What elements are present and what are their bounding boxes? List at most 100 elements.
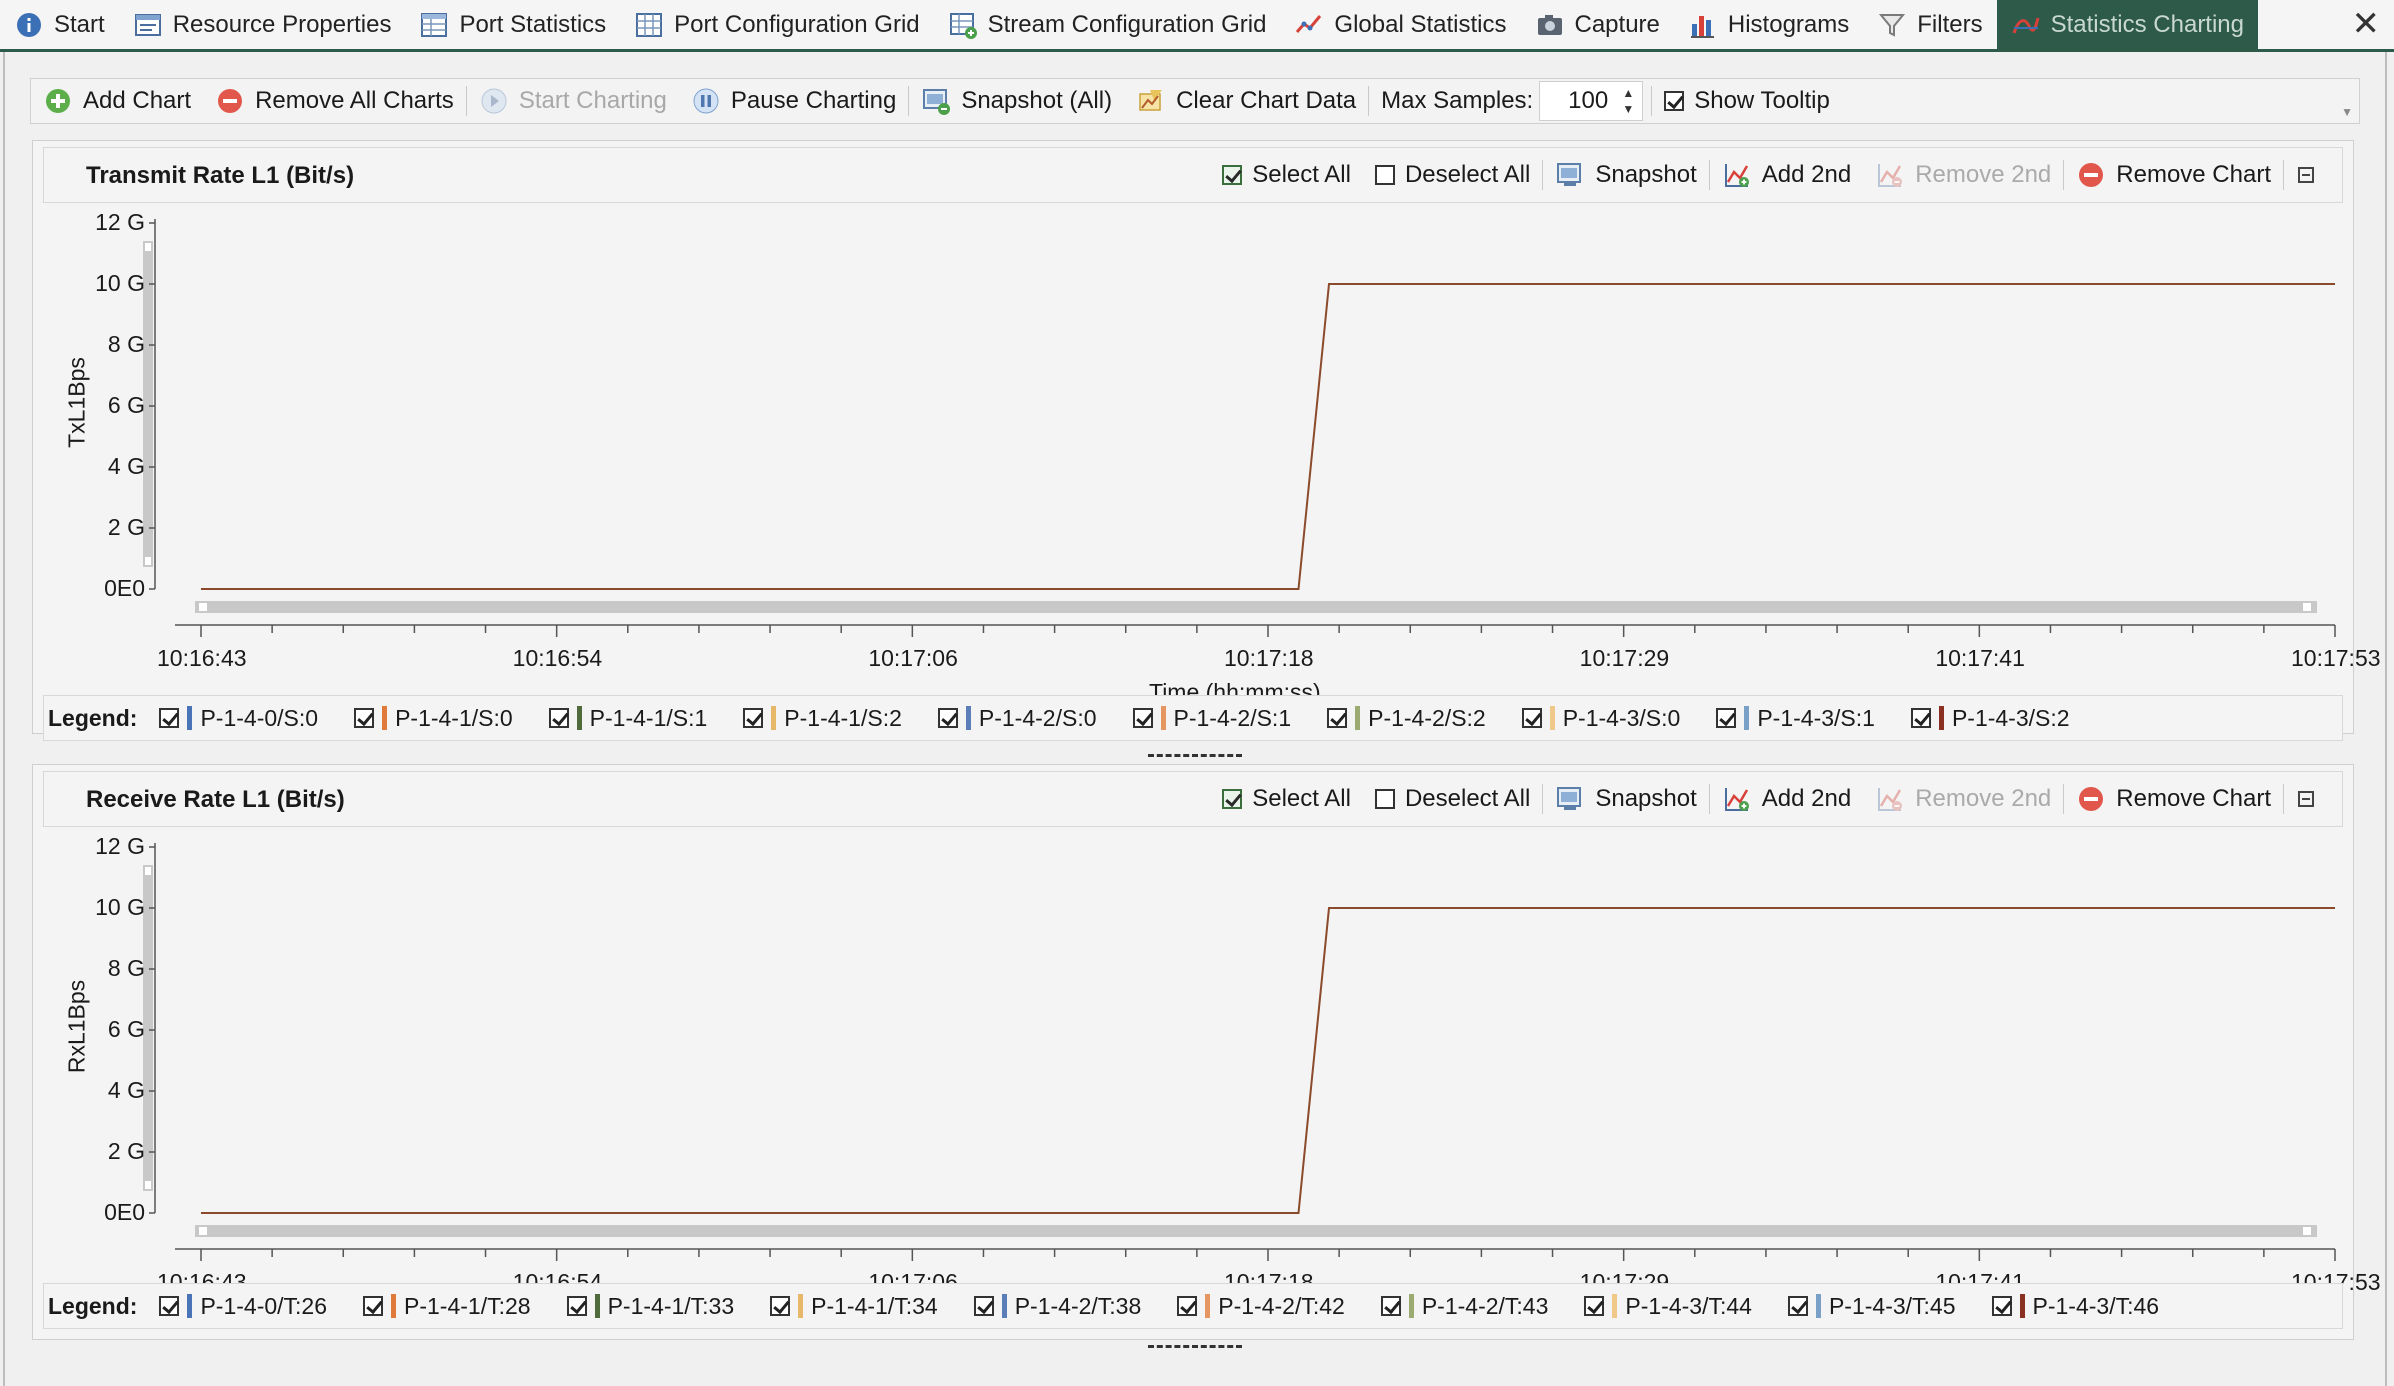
legend-item[interactable]: P-1-4-1/T:28 (363, 1293, 531, 1320)
start-charting-button[interactable]: Start Charting (467, 79, 679, 123)
legend-item[interactable]: P-1-4-3/S:2 (1910, 705, 2070, 732)
legend-item[interactable]: P-1-4-1/T:33 (566, 1292, 735, 1320)
legend-item[interactable]: P-1-4-3/T:44 (1584, 1293, 1752, 1320)
legend-color-swatch (187, 1294, 193, 1318)
legend-item-checkbox[interactable] (1991, 1296, 2012, 1316)
toolbar-overflow-icon[interactable]: ▼ (2341, 105, 2353, 119)
legend-item-checkbox[interactable] (770, 1296, 791, 1316)
legend-item-label: P-1-4-1/T:33 (607, 1292, 735, 1319)
tab-histograms[interactable]: Histograms (1674, 0, 1863, 49)
x-scrollbar-handle[interactable] (199, 603, 207, 611)
legend-item-checkbox[interactable] (159, 708, 180, 728)
tab-resource-properties[interactable]: Resource Properties (119, 0, 406, 49)
tab-filters[interactable]: Filters (1863, 0, 1996, 49)
y-tick-label: 4 G (107, 1077, 145, 1103)
tab-port-statistics[interactable]: Port Statistics (405, 0, 620, 49)
x-scrollbar[interactable] (195, 1225, 2317, 1237)
legend-item[interactable]: P-1-4-2/T:42 (1177, 1293, 1345, 1320)
legend-item[interactable]: P-1-4-3/T:46 (1991, 1292, 2160, 1320)
legend-item[interactable]: P-1-4-0/T:26 (159, 1293, 327, 1320)
data-series-line (201, 907, 2335, 1214)
legend-item-label: P-1-4-2/T:43 (1421, 1292, 1549, 1319)
add-chart-button[interactable]: Add Chart (31, 79, 203, 123)
legend-color-swatch (965, 706, 971, 730)
legend-item-checkbox[interactable] (973, 1296, 994, 1316)
panel-resize-handle[interactable] (1148, 1345, 1242, 1348)
y-scrollbar-handle[interactable] (145, 867, 151, 875)
legend-item-checkbox[interactable] (363, 1296, 384, 1316)
data-series-line (201, 283, 2335, 590)
legend-color-swatch (1549, 706, 1555, 730)
stepper-up-icon[interactable]: ▲ (1622, 86, 1634, 100)
legend-item-checkbox[interactable] (566, 1296, 587, 1316)
play-icon (479, 86, 509, 116)
legend-title: Legend: (48, 704, 138, 731)
pause-charting-label: Pause Charting (730, 87, 897, 114)
y-tick-label: 2 G (107, 514, 145, 540)
legend-item[interactable]: P-1-4-2/S:0 (937, 705, 1097, 732)
legend-item-checkbox[interactable] (159, 1296, 180, 1316)
legend-item-label: P-1-4-3/T:46 (2032, 1292, 2160, 1319)
max-samples-stepper[interactable]: 100 ▲ ▼ (1539, 81, 1644, 121)
show-tooltip-checkbox[interactable] (1664, 91, 1685, 111)
pause-charting-button[interactable]: Pause Charting (679, 79, 908, 123)
y-tick-label: 8 G (107, 955, 145, 981)
legend-item-checkbox[interactable] (1521, 708, 1542, 728)
x-scrollbar-handle[interactable] (2303, 1227, 2311, 1235)
tab-statistics-charting[interactable]: Statistics Charting (1996, 0, 2258, 49)
legend-item[interactable]: P-1-4-1/T:34 (770, 1293, 938, 1320)
legend-item-checkbox[interactable] (1380, 1296, 1401, 1316)
panel-resize-handle[interactable] (1148, 754, 1242, 757)
legend-item[interactable]: P-1-4-3/T:45 (1787, 1293, 1956, 1320)
legend-item[interactable]: P-1-4-3/S:0 (1521, 705, 1680, 732)
snapshot-all-button[interactable]: Snapshot (All) (909, 79, 1124, 123)
legend-item-checkbox[interactable] (354, 708, 375, 728)
x-scrollbar-handle[interactable] (2303, 603, 2311, 611)
legend-item[interactable]: P-1-4-2/T:38 (973, 1293, 1141, 1320)
legend-item-checkbox[interactable] (937, 708, 958, 728)
tab-label: Statistics Charting (2050, 10, 2244, 38)
legend-item[interactable]: P-1-4-2/S:2 (1327, 705, 1486, 732)
tab-strip: Start Resource Properties Port Statistics P… (0, 0, 2258, 49)
legend-item-checkbox[interactable] (743, 708, 764, 728)
legend-item-checkbox[interactable] (548, 708, 569, 728)
properties-icon (133, 10, 163, 40)
legend-item[interactable]: P-1-4-2/T:43 (1380, 1292, 1549, 1320)
tab-global-statistics[interactable]: Global Statistics (1280, 0, 1520, 49)
legend-color-swatch (1938, 706, 1944, 730)
legend-item-checkbox[interactable] (1177, 1296, 1198, 1316)
legend-item[interactable]: P-1-4-1/S:2 (743, 705, 902, 732)
x-scrollbar[interactable] (195, 601, 2317, 613)
legend-item[interactable]: P-1-4-2/S:1 (1132, 705, 1291, 732)
clear-chart-data-button[interactable]: Clear Chart Data (1124, 79, 1368, 123)
legend-item-checkbox[interactable] (1132, 708, 1153, 728)
x-scrollbar-handle[interactable] (199, 1227, 207, 1235)
show-tooltip-toggle[interactable]: Show Tooltip (1652, 79, 1842, 123)
clear-chart-data-label: Clear Chart Data (1176, 87, 1357, 114)
legend-item[interactable]: P-1-4-0/S:0 (159, 705, 318, 732)
remove-all-charts-label: Remove All Charts (255, 87, 454, 114)
legend-item-checkbox[interactable] (1716, 708, 1737, 728)
legend-item-checkbox[interactable] (1910, 708, 1931, 728)
y-scrollbar-handle[interactable] (145, 243, 151, 251)
tab-capture[interactable]: Capture (1521, 0, 1674, 49)
remove-all-charts-button[interactable]: Remove All Charts (203, 79, 466, 123)
tab-label: Port Statistics (459, 10, 607, 38)
legend-item-checkbox[interactable] (1327, 708, 1348, 728)
legend-color-swatch (594, 1294, 600, 1318)
tab-start[interactable]: Start (0, 0, 119, 49)
close-tab-button[interactable]: ✕ (2352, 6, 2381, 42)
tab-label: Histograms (1727, 10, 1850, 38)
legend-color-swatch (1612, 1294, 1618, 1318)
tab-port-configuration-grid[interactable]: Port Configuration Grid (620, 0, 933, 49)
x-tick-label: 10:17:41 (1935, 645, 2025, 671)
tab-stream-configuration-grid[interactable]: Stream Configuration Grid (934, 0, 1281, 49)
legend-item-checkbox[interactable] (1787, 1296, 1808, 1316)
legend-item[interactable]: P-1-4-1/S:0 (354, 705, 513, 732)
legend-item[interactable]: P-1-4-1/S:1 (548, 705, 707, 732)
y-scrollbar-handle[interactable] (145, 557, 151, 565)
legend-item[interactable]: P-1-4-3/S:1 (1716, 705, 1875, 732)
stepper-down-icon[interactable]: ▼ (1622, 102, 1634, 116)
y-scrollbar-handle[interactable] (145, 1181, 151, 1189)
legend-item-checkbox[interactable] (1584, 1296, 1605, 1316)
